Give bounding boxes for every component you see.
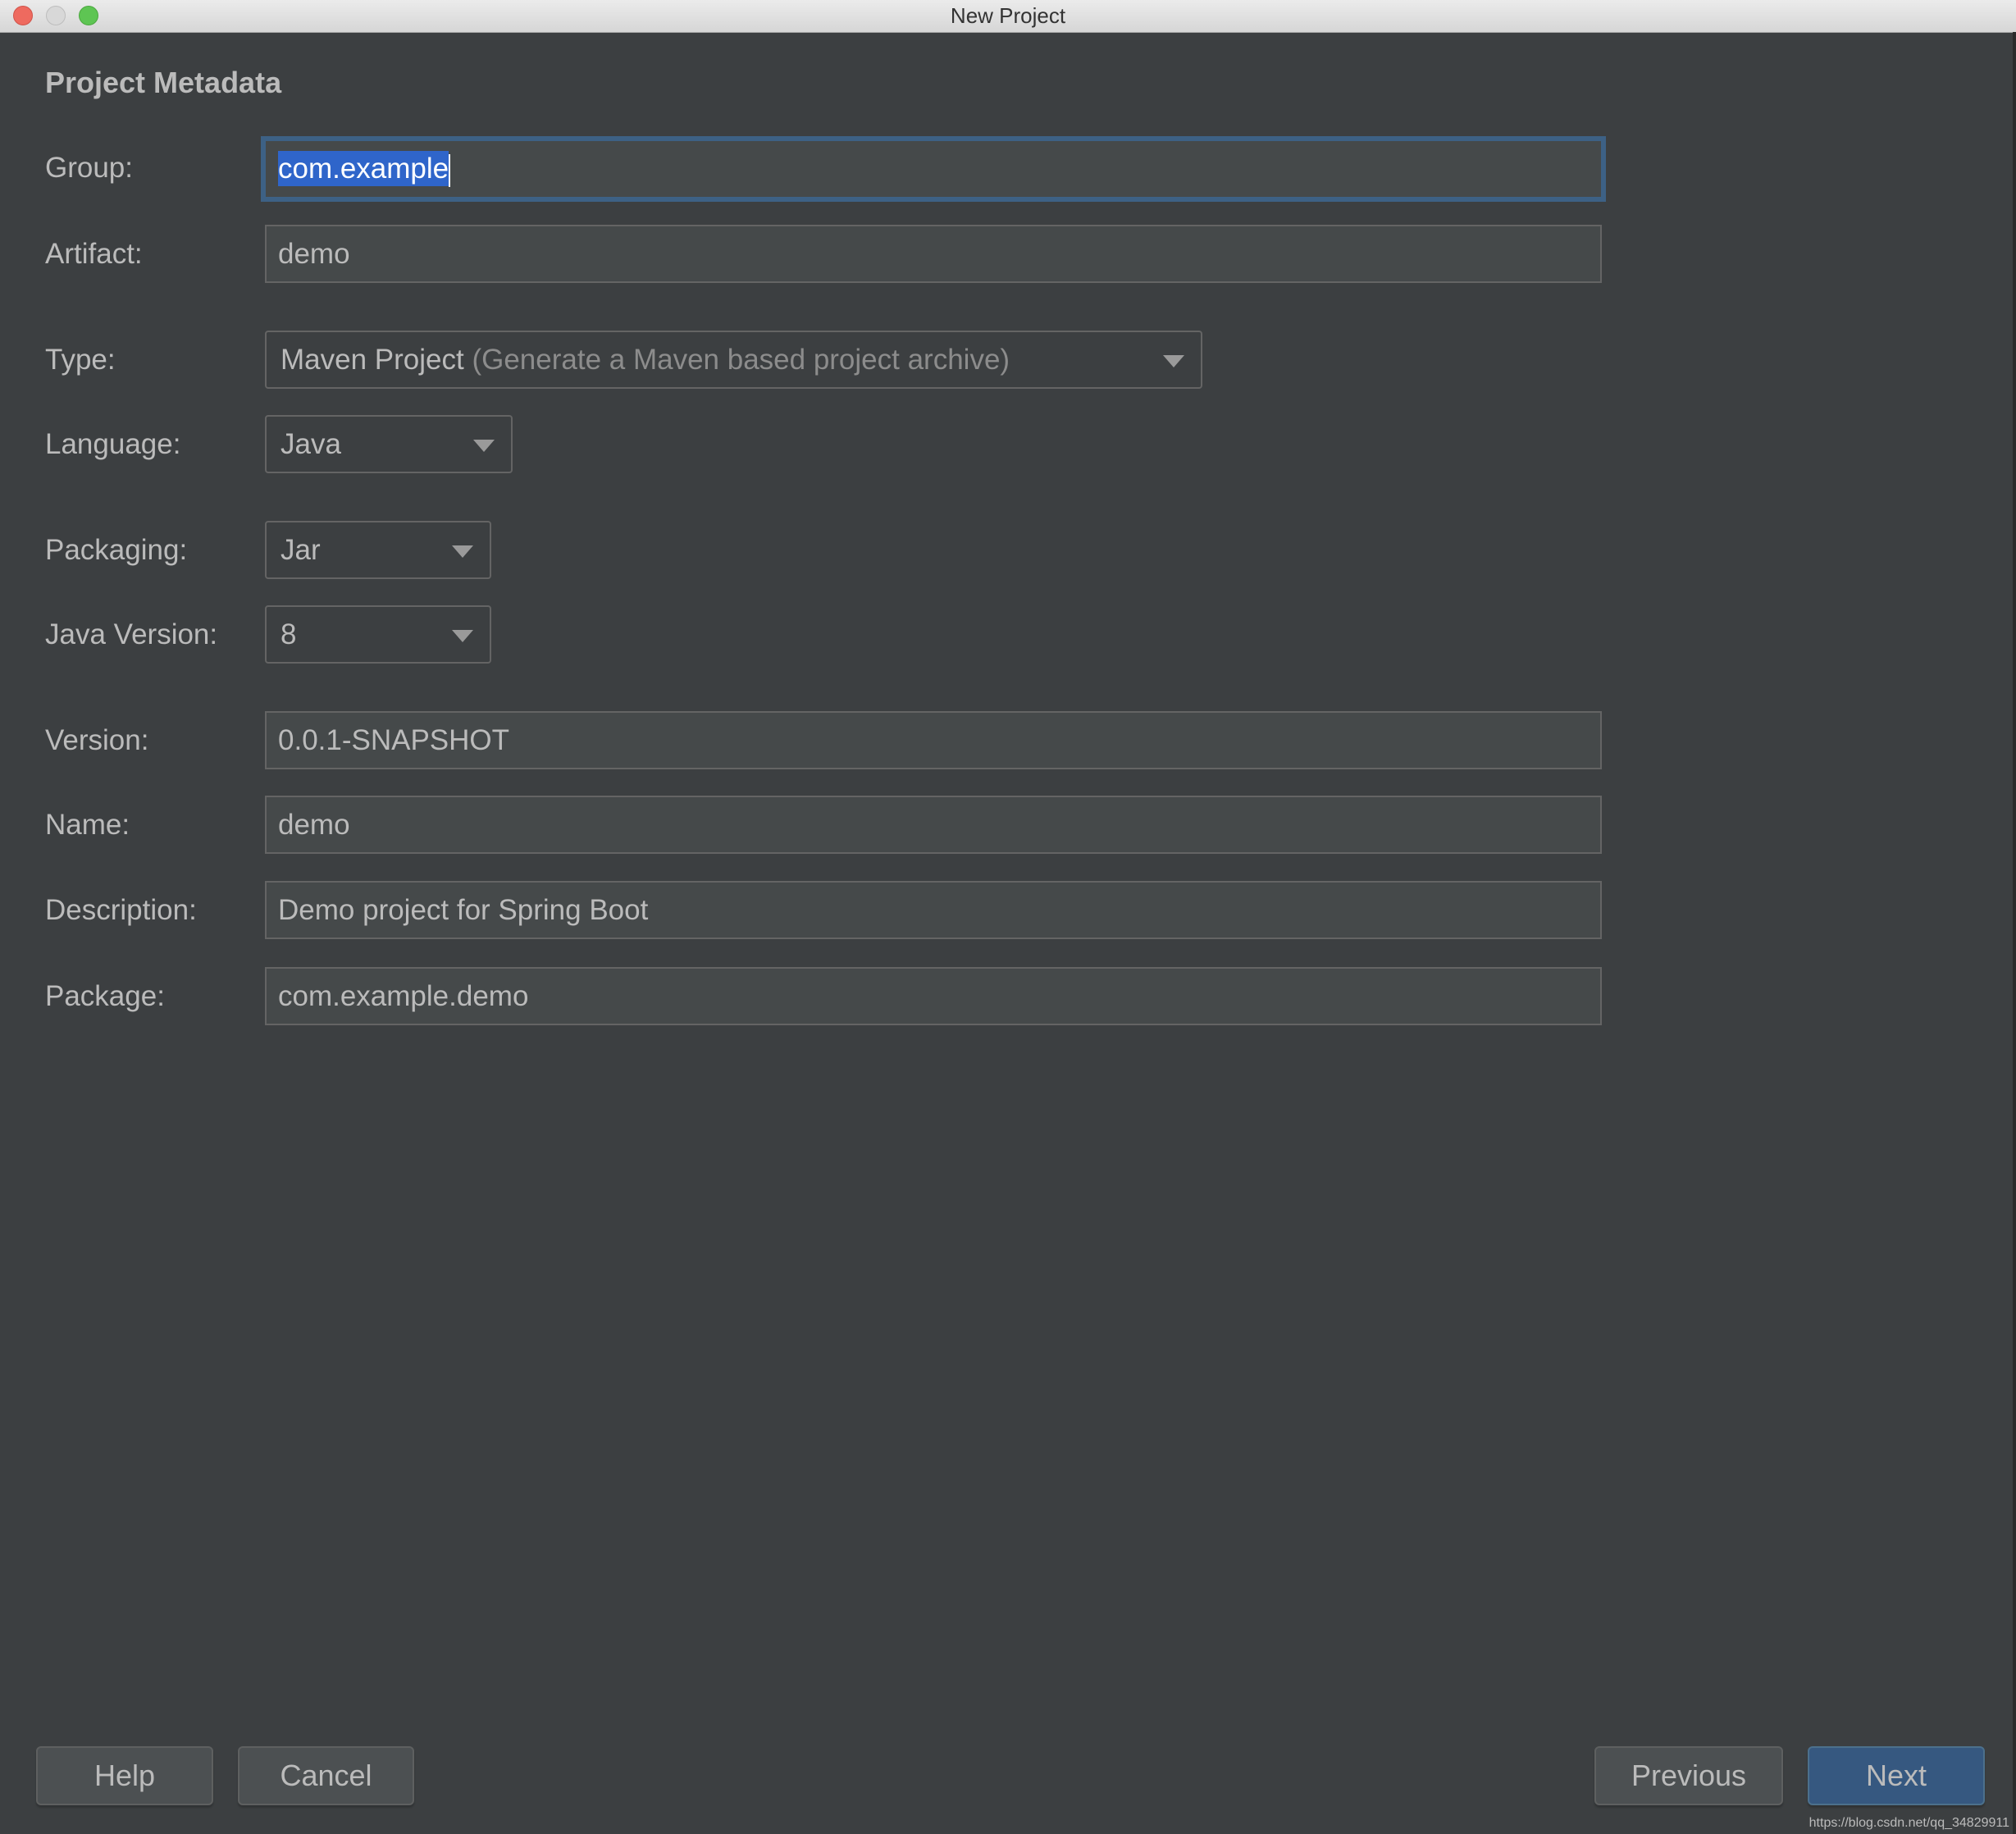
description-value: Demo project for Spring Boot	[278, 894, 649, 926]
group-input[interactable]: com.example	[261, 136, 1606, 202]
chevron-down-icon	[452, 545, 473, 558]
help-button[interactable]: Help	[36, 1746, 213, 1805]
background-window-edge	[2013, 32, 2016, 1834]
watermark: https://blog.csdn.net/qq_34829911	[1808, 1816, 2009, 1830]
artifact-input[interactable]: demo	[265, 225, 1602, 283]
description-input[interactable]: Demo project for Spring Boot	[265, 881, 1602, 939]
artifact-label: Artifact:	[45, 238, 143, 270]
chevron-down-icon	[473, 440, 495, 452]
java-version-dropdown[interactable]: 8	[265, 605, 491, 664]
text-caret	[449, 153, 451, 187]
version-input[interactable]: 0.0.1-SNAPSHOT	[265, 711, 1602, 769]
packaging-label: Packaging:	[45, 534, 188, 566]
window-title: New Project	[950, 3, 1066, 28]
packaging-value: Jar	[281, 534, 321, 566]
name-value: demo	[278, 809, 350, 841]
previous-button[interactable]: Previous	[1594, 1746, 1783, 1805]
group-label: Group:	[45, 152, 133, 184]
package-input[interactable]: com.example.demo	[265, 967, 1602, 1025]
type-label: Type:	[45, 344, 116, 376]
language-label: Language:	[45, 428, 181, 460]
type-hint: (Generate a Maven based project archive)	[472, 344, 1010, 376]
version-value: 0.0.1-SNAPSHOT	[278, 724, 510, 756]
title-bar: New Project	[0, 0, 2016, 33]
package-label: Package:	[45, 980, 165, 1012]
name-label: Name:	[45, 809, 130, 841]
language-dropdown[interactable]: Java	[265, 415, 513, 473]
version-label: Version:	[45, 724, 149, 756]
chevron-down-icon	[1163, 355, 1184, 367]
cancel-button[interactable]: Cancel	[238, 1746, 414, 1805]
next-button[interactable]: Next	[1808, 1746, 1985, 1805]
artifact-value: demo	[278, 238, 350, 270]
chevron-down-icon	[452, 630, 473, 642]
section-title: Project Metadata	[45, 66, 282, 99]
type-value: Maven Project	[281, 344, 464, 376]
group-value: com.example	[278, 151, 449, 186]
description-label: Description:	[45, 894, 197, 926]
type-dropdown[interactable]: Maven Project (Generate a Maven based pr…	[265, 331, 1202, 389]
java-version-label: Java Version:	[45, 618, 218, 650]
package-value: com.example.demo	[278, 980, 529, 1012]
name-input[interactable]: demo	[265, 796, 1602, 854]
packaging-dropdown[interactable]: Jar	[265, 521, 491, 579]
language-value: Java	[281, 428, 341, 460]
java-version-value: 8	[281, 618, 297, 650]
